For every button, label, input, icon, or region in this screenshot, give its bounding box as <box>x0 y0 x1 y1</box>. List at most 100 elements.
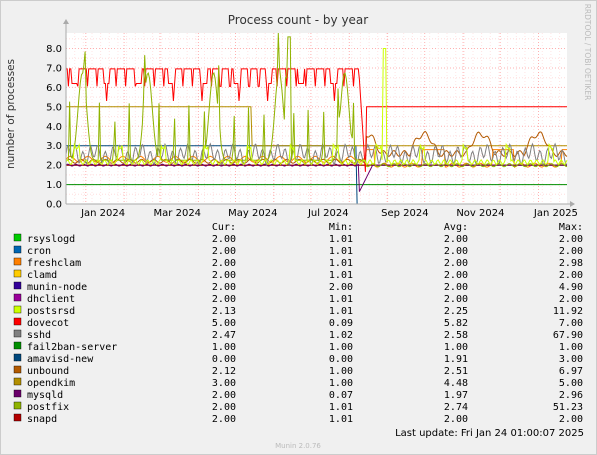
y-tick-label: 1.0 <box>46 180 62 191</box>
legend-value-min: 0.00 <box>329 354 353 365</box>
legend-value-cur: 2.00 <box>212 402 236 413</box>
x-tick-label: Sep 2024 <box>381 208 428 219</box>
legend-swatch <box>13 293 22 302</box>
legend-value-min: 1.01 <box>329 246 353 257</box>
legend-header-max: Max: <box>559 222 583 233</box>
legend-value-cur: 2.00 <box>212 282 236 293</box>
y-tick-label: 6.0 <box>46 83 62 94</box>
rrdtool-side-label: RRDTOOL / TOBI OETIKER <box>583 4 592 101</box>
legend-swatch <box>13 401 22 410</box>
legend-value-avg: 4.48 <box>444 378 468 389</box>
legend-value-avg: 2.00 <box>444 246 468 257</box>
legend-value-avg: 5.82 <box>444 318 468 329</box>
legend-value-min: 1.01 <box>329 258 353 269</box>
legend-value-cur: 2.12 <box>212 366 236 377</box>
legend-series-name: unbound <box>27 366 69 377</box>
legend-value-min: 1.00 <box>329 342 353 353</box>
legend-value-cur: 5.00 <box>212 318 236 329</box>
legend-value-min: 1.01 <box>329 294 353 305</box>
legend-series-name: munin-node <box>27 282 87 293</box>
legend-value-cur: 2.00 <box>212 246 236 257</box>
legend-swatch <box>13 353 22 362</box>
legend-swatch <box>13 245 22 254</box>
legend-series-name: sshd <box>27 330 51 341</box>
legend-series-name: freshclam <box>27 258 81 269</box>
legend-value-max: 2.00 <box>559 294 583 305</box>
legend-value-max: 2.00 <box>559 234 583 245</box>
legend-value-min: 1.02 <box>329 330 353 341</box>
legend-value-min: 1.01 <box>329 270 353 281</box>
y-tick-label: 0.0 <box>46 200 62 211</box>
legend-value-avg: 1.91 <box>444 354 468 365</box>
legend-value-avg: 2.00 <box>444 270 468 281</box>
legend-value-avg: 2.74 <box>444 402 468 413</box>
legend-value-max: 2.00 <box>559 246 583 257</box>
x-tick-label: Jul 2024 <box>307 208 349 219</box>
legend-series-name: postfix <box>27 402 69 413</box>
legend-value-min: 1.01 <box>329 306 353 317</box>
legend-header-avg: Avg: <box>444 222 468 233</box>
legend-swatch <box>13 377 22 386</box>
legend-series-name: snapd <box>27 414 57 425</box>
legend-value-max: 2.96 <box>559 390 583 401</box>
legend-value-avg: 2.00 <box>444 258 468 269</box>
legend-value-cur: 3.00 <box>212 378 236 389</box>
y-tick-label: 8.0 <box>46 44 62 55</box>
legend-value-cur: 2.00 <box>212 390 236 401</box>
legend-value-cur: 2.00 <box>212 258 236 269</box>
legend-value-cur: 2.13 <box>212 306 236 317</box>
legend-series-name: dhclient <box>27 294 75 305</box>
legend-value-min: 0.07 <box>329 390 353 401</box>
legend-value-max: 1.00 <box>559 342 583 353</box>
legend-value-cur: 1.00 <box>212 342 236 353</box>
legend-value-min: 1.01 <box>329 234 353 245</box>
legend-value-avg: 1.00 <box>444 342 468 353</box>
legend-value-cur: 0.00 <box>212 354 236 365</box>
legend-value-cur: 2.00 <box>212 270 236 281</box>
legend-value-max: 67.90 <box>553 330 583 341</box>
legend-series-name: fail2ban-server <box>27 342 117 353</box>
legend-value-max: 11.92 <box>553 306 583 317</box>
legend-swatch <box>13 281 22 290</box>
legend-swatch <box>13 365 22 374</box>
y-tick-label: 7.0 <box>46 63 62 74</box>
legend-value-min: 1.00 <box>329 366 353 377</box>
y-tick-label: 5.0 <box>46 102 62 113</box>
legend-value-max: 6.97 <box>559 366 583 377</box>
legend-value-avg: 2.00 <box>444 234 468 245</box>
munin-version: Munin 2.0.76 <box>275 442 321 450</box>
last-update-text: Last update: Fri Jan 24 01:00:07 2025 <box>395 428 584 439</box>
legend-header-min: Min: <box>329 222 353 233</box>
legend-swatch <box>13 413 22 422</box>
legend-series-name: rsyslogd <box>27 234 75 245</box>
legend-value-cur: 2.00 <box>212 294 236 305</box>
legend-series-name: amavisd-new <box>27 354 94 365</box>
legend-series-name: postsrsd <box>27 306 75 317</box>
legend-value-avg: 2.00 <box>444 282 468 293</box>
legend-value-min: 1.00 <box>329 378 353 389</box>
x-tick-label: Mar 2024 <box>154 208 202 219</box>
legend-swatch <box>13 317 22 326</box>
legend-value-min: 0.09 <box>329 318 353 329</box>
legend-value-max: 7.00 <box>559 318 583 329</box>
legend-value-max: 2.00 <box>559 414 583 425</box>
legend-value-avg: 2.51 <box>444 366 468 377</box>
x-tick-label: Jan 2024 <box>80 208 125 219</box>
x-tick-label: Nov 2024 <box>456 208 504 219</box>
legend-value-max: 2.98 <box>559 258 583 269</box>
y-axis-label: number of processes <box>5 59 17 169</box>
legend-swatch <box>13 389 22 398</box>
legend-value-avg: 2.00 <box>444 294 468 305</box>
legend-value-cur: 2.47 <box>212 330 236 341</box>
legend-value-min: 1.01 <box>329 414 353 425</box>
legend-value-max: 5.00 <box>559 378 583 389</box>
x-tick-label: Jan 2025 <box>533 208 578 219</box>
chart-title: Process count - by year <box>228 13 369 27</box>
legend-value-min: 2.00 <box>329 282 353 293</box>
legend-series-name: clamd <box>27 270 57 281</box>
legend-header-cur: Cur: <box>212 222 236 233</box>
legend-value-avg: 2.25 <box>444 306 468 317</box>
legend-swatch <box>13 257 22 266</box>
legend-swatch <box>13 329 22 338</box>
legend-series-name: opendkim <box>27 378 75 389</box>
